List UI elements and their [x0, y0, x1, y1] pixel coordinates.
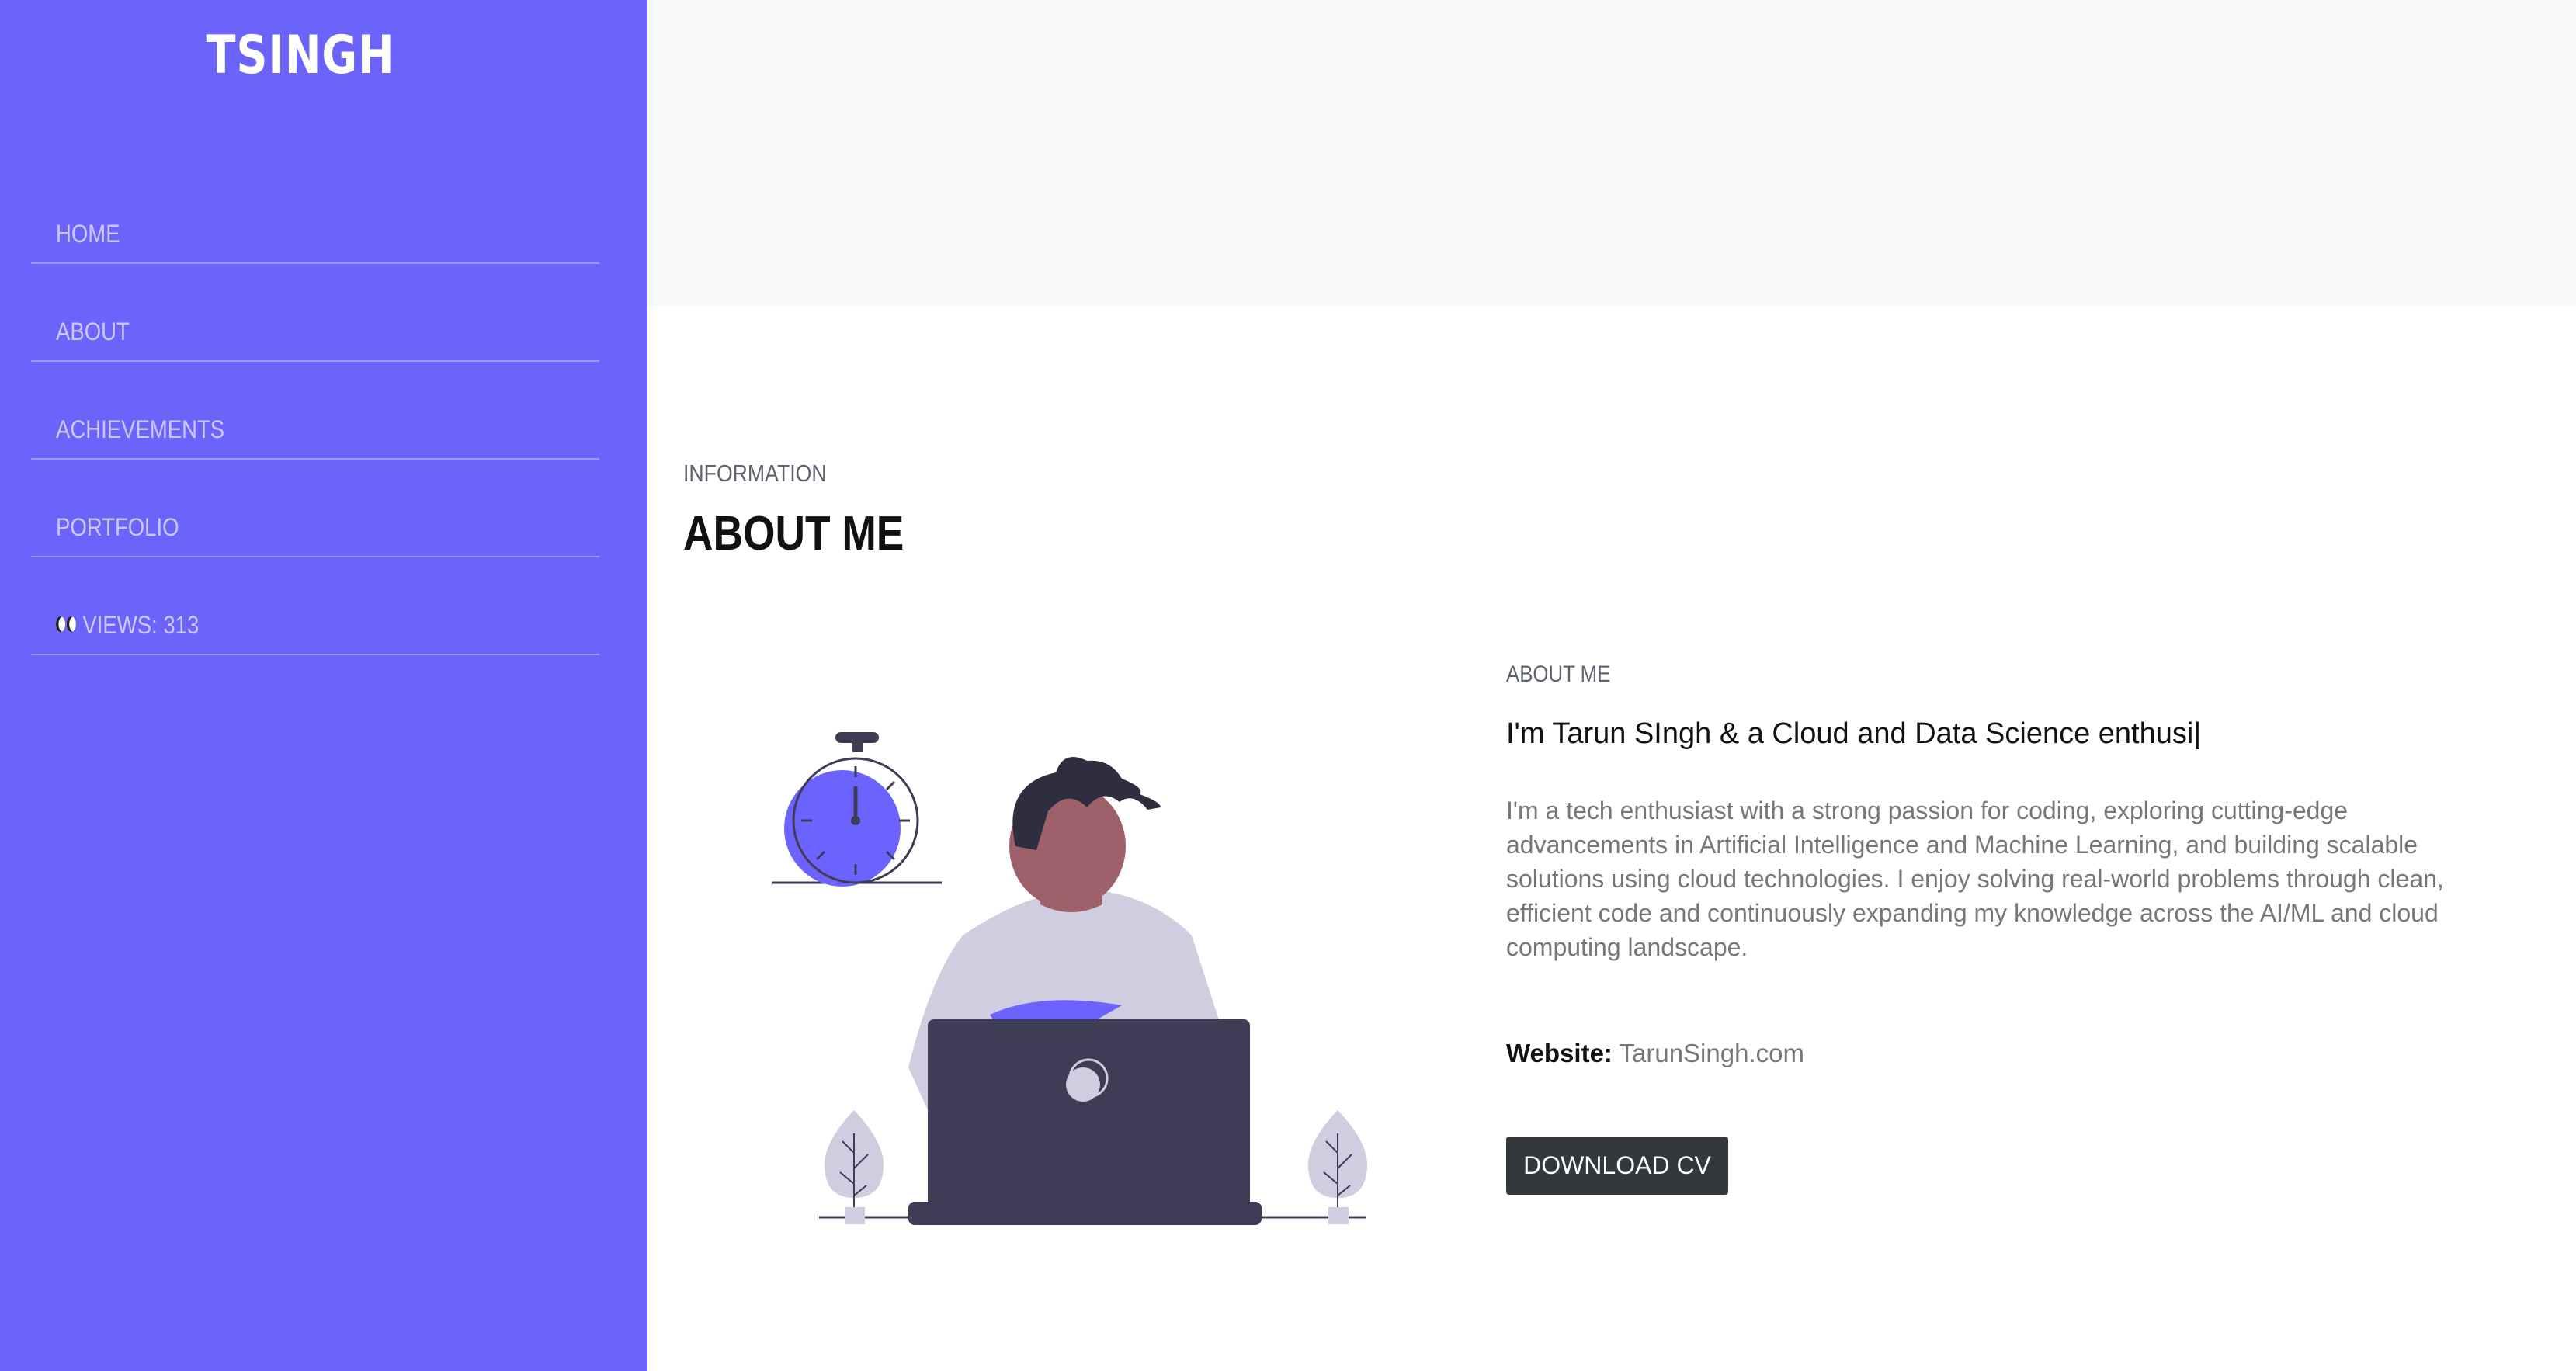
laptop-icon	[908, 1019, 1262, 1225]
developer-illustration	[772, 732, 1367, 1225]
eyes-icon	[56, 615, 78, 635]
plant-icon	[1308, 1110, 1367, 1224]
views-counter-label: VIEWS: 313	[82, 611, 200, 639]
sidebar-item-label[interactable]: HOME	[56, 220, 120, 248]
sidebar-nav: HOME ABOUT ACHIEVEMENTS PORTFOLIO VIEWS:…	[31, 198, 599, 655]
sidebar-item-label[interactable]: PORTFOLIO	[56, 513, 179, 542]
bio-paragraph: I'm a tech enthusiast with a strong pass…	[1506, 797, 2444, 961]
hero-band	[647, 0, 2576, 306]
stopwatch-icon	[772, 732, 942, 887]
sidebar-item-about[interactable]: ABOUT	[31, 264, 599, 362]
section-subtitle: INFORMATION	[683, 460, 827, 487]
website-label: Website:	[1506, 1039, 1613, 1067]
sidebar-item-label[interactable]: ABOUT	[56, 318, 130, 346]
download-cv-button[interactable]: DOWNLOAD CV	[1506, 1137, 1728, 1195]
site-logo[interactable]: TSINGH	[54, 25, 547, 86]
sidebar-item-views: VIEWS: 313	[31, 557, 599, 655]
website-row: Website: TarunSingh.com	[1506, 1039, 1804, 1068]
intro-heading: I'm Tarun SIngh & a Cloud and Data Scien…	[1506, 717, 2202, 750]
sidebar-item-home[interactable]: HOME	[31, 198, 599, 264]
about-label: ABOUT ME	[1506, 661, 1611, 687]
plant-icon	[825, 1110, 884, 1224]
section-title: ABOUT ME	[683, 507, 904, 561]
sidebar-item-portfolio[interactable]: PORTFOLIO	[31, 460, 599, 557]
website-link[interactable]: TarunSingh.com	[1620, 1039, 1804, 1067]
sidebar: TSINGH HOME ABOUT ACHIEVEMENTS PORTFOLIO…	[0, 0, 647, 1371]
sidebar-item-achievements[interactable]: ACHIEVEMENTS	[31, 362, 599, 460]
sidebar-item-label[interactable]: ACHIEVEMENTS	[56, 415, 224, 444]
views-counter: VIEWS: 313	[56, 611, 199, 640]
